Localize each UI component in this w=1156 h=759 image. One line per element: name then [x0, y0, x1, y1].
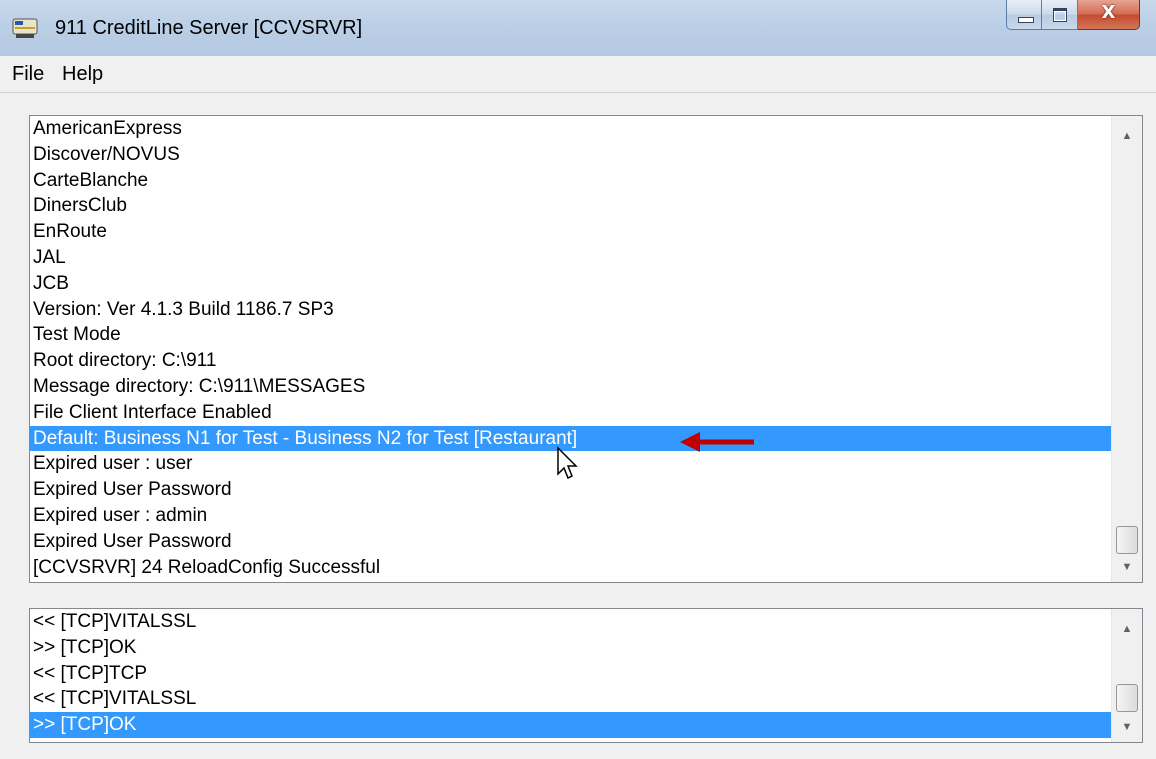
menu-bar: File Help — [0, 56, 1156, 93]
close-icon: X — [1101, 2, 1116, 23]
list-item[interactable]: Discover/NOVUS — [30, 142, 1112, 168]
list-item[interactable]: [CCVSRVR] 24 ReloadConfig Successful — [30, 555, 1112, 581]
log-rows: AmericanExpress Discover/NOVUS CarteBlanch… — [30, 116, 1112, 582]
credit-card-app-icon — [12, 16, 38, 40]
list-item[interactable]: << [TCP]VITALSSL — [30, 609, 1112, 635]
list-item[interactable]: DinersClub — [30, 193, 1112, 219]
list-item[interactable]: EnRoute — [30, 219, 1112, 245]
scroll-thumb[interactable] — [1116, 684, 1138, 712]
mouse-cursor-icon — [557, 446, 578, 480]
scroll-thumb[interactable] — [1116, 526, 1138, 554]
red-arrow-icon — [680, 432, 754, 452]
menu-file[interactable]: File — [12, 63, 44, 86]
close-button[interactable]: X — [1078, 0, 1140, 30]
list-item[interactable]: CarteBlanche — [30, 168, 1112, 194]
list-item[interactable]: Root directory: C:\911 — [30, 348, 1112, 374]
maximize-icon — [1053, 8, 1067, 22]
list-item[interactable]: File Client Interface Enabled — [30, 400, 1112, 426]
title-bar[interactable]: 911 CreditLine Server [CCVSRVR] X — [0, 0, 1156, 57]
list-item[interactable]: >> [TCP]OK — [30, 635, 1112, 661]
maximize-button[interactable] — [1042, 0, 1078, 30]
list-item[interactable]: >> [TCP]OK — [30, 712, 1112, 738]
list-item[interactable]: JAL — [30, 245, 1112, 271]
tcp-rows: << [TCP]VITALSSL >> [TCP]OK << [TCP]TCP << … — [30, 609, 1112, 742]
list-item[interactable]: Version: Ver 4.1.3 Build 1186.7 SP3 — [30, 297, 1112, 323]
list-item[interactable]: JCB — [30, 271, 1112, 297]
scroll-up-icon[interactable]: ▲ — [1112, 121, 1142, 151]
scroll-down-icon[interactable]: ▼ — [1112, 552, 1142, 582]
tcp-listbox[interactable]: << [TCP]VITALSSL >> [TCP]OK << [TCP]TCP << … — [29, 608, 1143, 743]
minimize-icon — [1018, 17, 1034, 23]
list-item[interactable]: << [TCP]VITALSSL — [30, 686, 1112, 712]
minimize-button[interactable] — [1006, 0, 1042, 30]
window-title: 911 CreditLine Server [CCVSRVR] — [55, 17, 363, 39]
scroll-up-icon[interactable]: ▲ — [1112, 614, 1142, 644]
log-scrollbar[interactable]: ▲ ▼ — [1111, 116, 1142, 582]
log-listbox[interactable]: AmericanExpress Discover/NOVUS CarteBlanch… — [29, 115, 1143, 583]
list-item[interactable]: AmericanExpress — [30, 116, 1112, 142]
scroll-down-icon[interactable]: ▼ — [1112, 712, 1142, 742]
menu-help[interactable]: Help — [62, 63, 103, 86]
list-item[interactable]: << [TCP]TCP — [30, 661, 1112, 687]
list-item[interactable]: Expired User Password — [30, 477, 1112, 503]
list-item[interactable]: Expired user : admin — [30, 503, 1112, 529]
list-item[interactable]: Message directory: C:\911\MESSAGES — [30, 374, 1112, 400]
list-item[interactable]: Expired User Password — [30, 529, 1112, 555]
list-item[interactable]: Test Mode — [30, 322, 1112, 348]
tcp-scrollbar[interactable]: ▲ ▼ — [1111, 609, 1142, 742]
